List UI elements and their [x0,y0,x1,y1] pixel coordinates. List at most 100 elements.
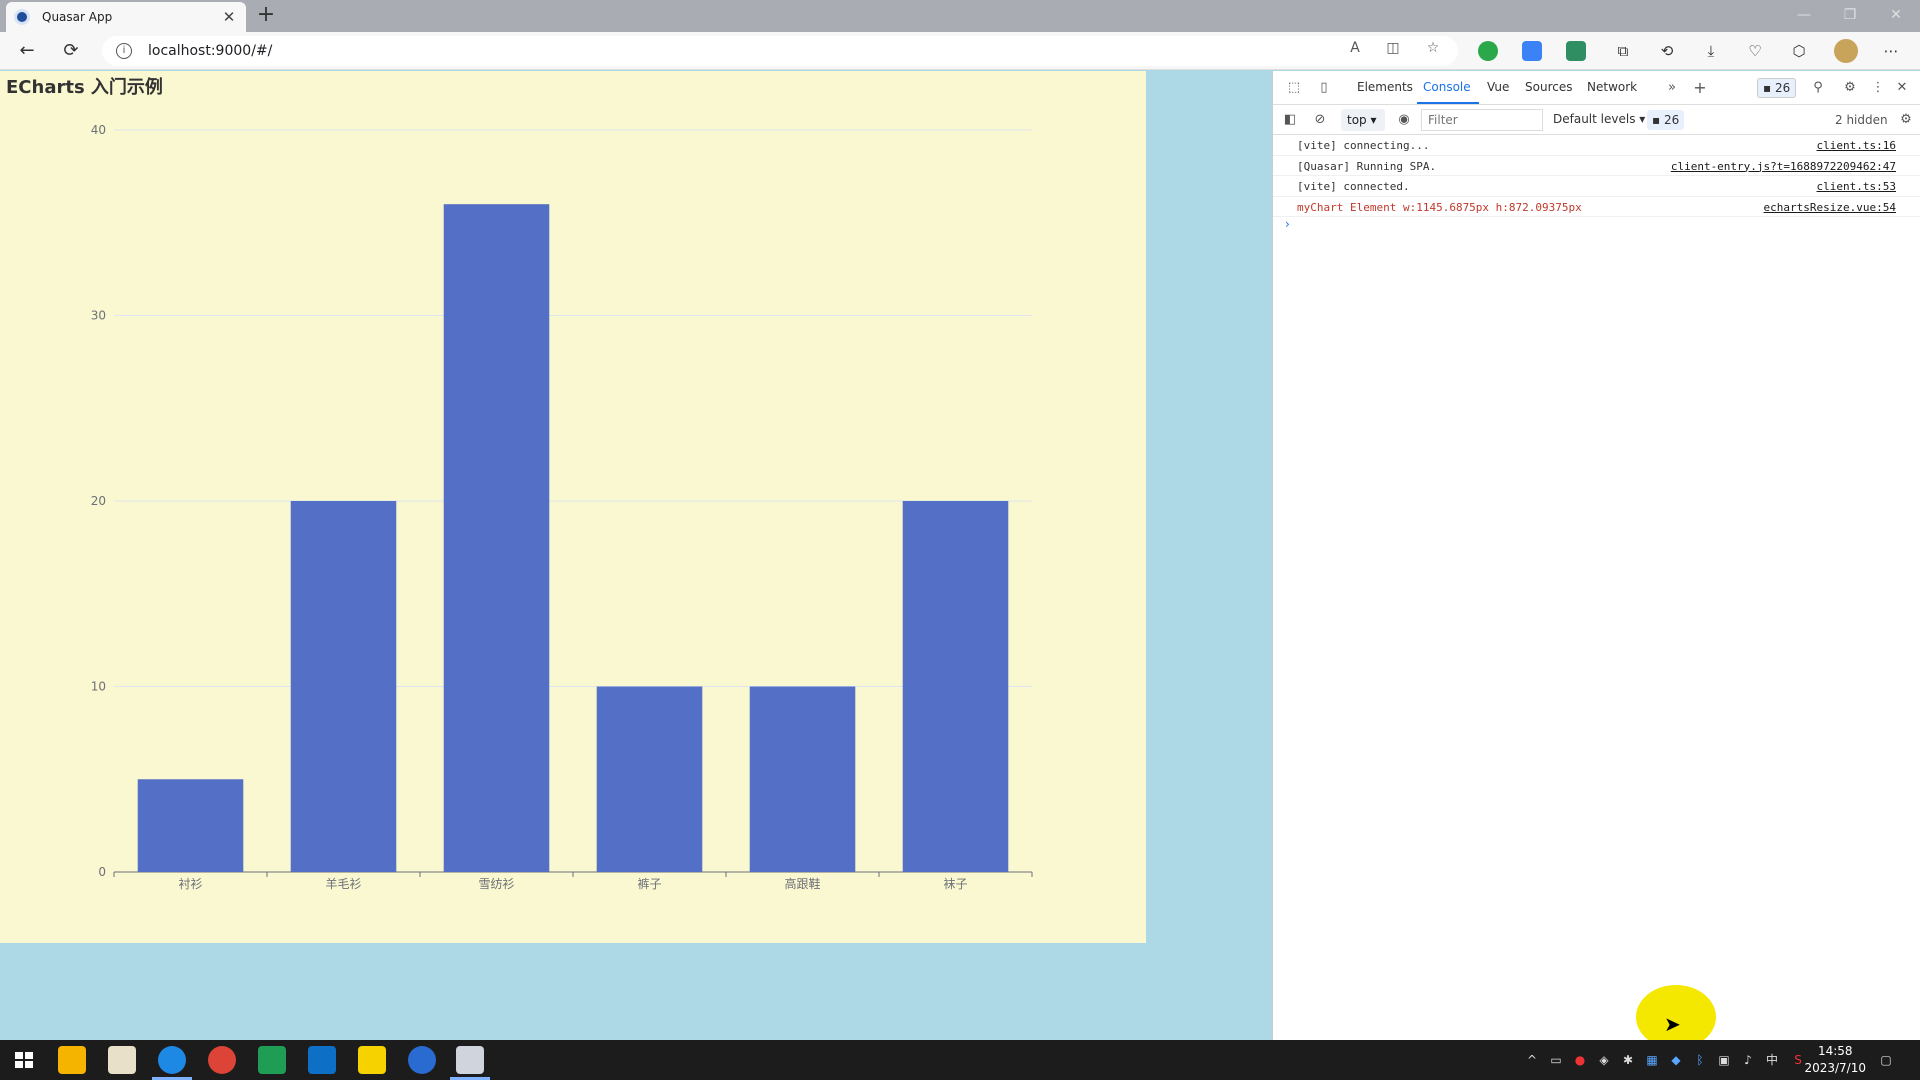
connect-icon[interactable]: ⚲ [1809,79,1827,97]
y-tick-label: 30 [91,309,106,323]
tab-title: Quasar App [42,10,113,24]
shield-extension-icon[interactable] [1522,41,1542,61]
remote-desktop-app-icon[interactable] [456,1046,484,1074]
minimize-button[interactable]: — [1784,4,1824,26]
issues-badge[interactable]: ▪ 26 [1757,78,1797,98]
tab-console[interactable]: Console [1423,80,1471,94]
chevron-down-icon: ▾ [1639,112,1646,126]
add-tab-icon[interactable]: + [1691,79,1709,97]
message-count: 26 [1663,113,1680,127]
console-message: [Quasar] Running SPA. client-entry.js?t=… [1273,156,1920,176]
read-aloud-icon[interactable]: A [1346,39,1364,57]
more-menu-icon[interactable]: ⋯ [1880,40,1902,62]
hbuilder-app-icon[interactable] [258,1046,286,1074]
console-message: [vite] connected. client.ts:53 [1273,176,1920,197]
performance-icon[interactable]: ♡ [1744,40,1766,62]
bar [290,501,397,872]
tray-colorful-icon[interactable]: ▦ [1644,1052,1660,1068]
device-emulation-icon[interactable]: ▯ [1315,79,1333,97]
tab-elements[interactable]: Elements [1357,80,1413,94]
quasar-logo-icon [14,9,30,25]
settings-gear-icon[interactable]: ⚙ [1841,79,1859,97]
settings-app-icon[interactable] [408,1046,436,1074]
close-devtools-icon[interactable]: ✕ [1893,79,1911,97]
inspect-element-icon[interactable]: ⬚ [1285,79,1303,97]
live-expression-eye-icon[interactable]: ◉ [1395,111,1413,129]
issues-count: 26 [1774,81,1791,95]
downloads-icon[interactable]: ⤓ [1700,40,1722,62]
refresh-button[interactable]: ⟳ [58,38,84,64]
more-tabs-icon[interactable]: » [1663,79,1681,97]
console-prompt[interactable]: › [1285,217,1290,231]
evernote-extension-icon[interactable] [1478,41,1498,61]
tab-network[interactable]: Network [1587,80,1637,94]
tab-sources[interactable]: Sources [1525,80,1572,94]
kebab-menu-icon[interactable]: ⋮ [1869,79,1887,97]
y-tick-label: 10 [91,680,106,694]
ime-indicator[interactable]: 中 [1764,1052,1780,1068]
tray-app-icon[interactable]: ◈ [1596,1052,1612,1068]
browser-toolbar: ← ⟳ i localhost:9000/#/ A ◫ ☆ ⧉ ⟲ ⤓ ♡ ⬡ … [0,32,1920,70]
tray-display-icon[interactable]: ▭ [1548,1052,1564,1068]
new-tab-button[interactable]: + [254,4,278,28]
chart-container: ECharts 入门示例 0 10 20 30 40 衬衫 羊毛衫 雪纺衫 裤子 高跟鞋 袜子 [0,71,1146,943]
console-message: myChart Element w:1145.6875px h:872.0937… [1273,197,1920,217]
tab-vue[interactable]: Vue [1487,80,1509,94]
sidebar-toggle-icon[interactable]: ◧ [1281,111,1299,129]
taskbar-clock[interactable]: 14:58 2023/7/10 [1804,1043,1866,1077]
x-tick-label: 裤子 [637,877,661,891]
message-icon: ▪ [1763,81,1775,95]
console-settings-gear-icon[interactable]: ⚙ [1897,111,1915,129]
search-app-icon[interactable] [58,1046,86,1074]
vscode-app-icon[interactable] [308,1046,336,1074]
console-filter-input[interactable] [1421,109,1543,131]
log-source-link[interactable]: echartsResize.vue:54 [1764,201,1896,214]
tray-security-icon[interactable]: ● [1572,1052,1588,1068]
log-levels-dropdown[interactable]: Default levels ▾ [1553,112,1645,126]
log-source-link[interactable]: client.ts:16 [1817,139,1896,152]
x-tick-label: 羊毛衫 [325,876,361,891]
tray-brightness-icon[interactable]: ✱ [1620,1052,1636,1068]
chevron-down-icon: ▾ [1370,113,1377,127]
context-value: top [1347,113,1367,127]
profile-avatar[interactable] [1834,39,1858,63]
clear-console-icon[interactable]: ⊘ [1311,111,1329,129]
bar [596,686,703,872]
tray-app-icon[interactable]: ◆ [1668,1052,1684,1068]
address-bar[interactable]: i localhost:9000/#/ [102,36,1458,66]
restore-button[interactable]: ❐ [1830,4,1870,26]
site-info-icon[interactable]: i [116,43,132,59]
vue-devtools-extension-icon[interactable] [1566,41,1586,61]
bar [137,779,244,872]
split-screen-icon[interactable]: ◫ [1384,39,1402,57]
browser-tab[interactable]: Quasar App ✕ [6,2,246,32]
y-tick-label: 20 [91,494,106,508]
log-source-link[interactable]: client-entry.js?t=1688972209462:47 [1671,160,1896,173]
y-tick-label: 0 [98,865,106,879]
sticky-notes-app-icon[interactable] [358,1046,386,1074]
back-button[interactable]: ← [14,38,40,64]
collections-icon[interactable]: ⧉ [1612,40,1634,62]
browser-titlebar: Quasar App ✕ + — ❐ ✕ [0,0,1920,32]
x-tick-label: 高跟鞋 [784,876,820,891]
log-source-link[interactable]: client.ts:53 [1817,180,1896,193]
close-window-button[interactable]: ✕ [1876,4,1916,26]
notepad-app-icon[interactable] [108,1046,136,1074]
edge-browser-icon[interactable] [158,1046,186,1074]
context-select[interactable]: top ▾ [1341,109,1385,131]
favorite-star-icon[interactable]: ☆ [1424,39,1442,57]
network-icon[interactable]: ▣ [1716,1052,1732,1068]
chrome-browser-icon[interactable] [208,1046,236,1074]
show-hidden-icons-chevron-icon[interactable]: ^ [1524,1052,1540,1068]
message-count-badge[interactable]: ▪ 26 [1647,110,1685,130]
history-icon[interactable]: ⟲ [1656,40,1678,62]
close-tab-icon[interactable]: ✕ [220,8,238,26]
start-button[interactable] [10,1046,38,1074]
hidden-count: 2 hidden [1835,113,1888,127]
browser-essentials-icon[interactable]: ⬡ [1788,40,1810,62]
notifications-icon[interactable]: ▢ [1876,1052,1896,1068]
log-text: [vite] connecting... [1297,139,1430,152]
bar-chart: 0 10 20 30 40 衬衫 羊毛衫 雪纺衫 裤子 高跟鞋 袜子 [91,123,1033,891]
bluetooth-icon[interactable]: ᛒ [1692,1052,1708,1068]
volume-icon[interactable]: ♪ [1740,1052,1756,1068]
